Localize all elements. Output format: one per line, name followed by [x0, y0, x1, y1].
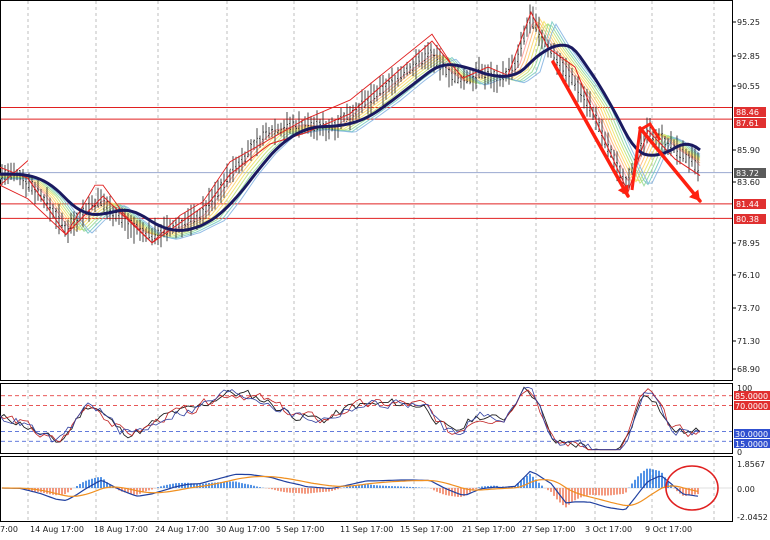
date-label: 11 Sep 17:00 [340, 525, 393, 534]
date-label: 9 Oct 17:00 [645, 525, 692, 534]
price-axis-label: 76.10 [737, 271, 760, 280]
date-label: 21 Sep 17:00 [462, 525, 515, 534]
date-label: 24 Aug 17:00 [155, 525, 209, 534]
level-tag-label: 83.72 [736, 169, 759, 178]
date-label: 14 Aug 17:00 [30, 525, 84, 534]
macd-axis-label: -2.0452 [737, 513, 768, 522]
date-label: 5 Sep 17:00 [276, 525, 324, 534]
level-tag-label: 88.46 [736, 108, 759, 117]
price-axis-label: 68.90 [737, 365, 760, 374]
stoch-tag-label: 85.0000 [735, 392, 768, 401]
date-label: 15 Sep 17:00 [400, 525, 453, 534]
price-axis-label: 85.90 [737, 146, 760, 155]
level-tag-label: 81.44 [736, 200, 759, 209]
level-tag-label: 80.38 [736, 215, 759, 224]
date-label: 7:00 [0, 525, 18, 534]
stoch-tag-label: 70.0000 [735, 402, 768, 411]
date-label: 30 Aug 17:00 [216, 525, 270, 534]
date-label: 3 Oct 17:00 [585, 525, 632, 534]
stoch-tag-label: 30.0000 [735, 430, 768, 439]
trading-chart[interactable]: 10085.000070.000030.000015.00000 1.85670… [0, 0, 770, 540]
price-axis-label: 83.60 [737, 178, 760, 187]
level-tag-label: 87.61 [736, 119, 759, 128]
time-axis: 7:00 14 Aug 17:00 18 Aug 17:00 24 Aug 17:00… [0, 525, 692, 534]
price-axis-label: 95.25 [737, 18, 760, 27]
date-label: 18 Aug 17:00 [94, 525, 148, 534]
price-axis-label: 78.95 [737, 239, 760, 248]
macd-axis-label: 1.8567 [737, 460, 765, 469]
price-axis: 95.25 92.85 90.55 85.90 83.60 78.95 76.10 73.70… [732, 18, 766, 374]
price-axis-label: 92.85 [737, 52, 760, 61]
price-axis-label: 71.30 [737, 337, 760, 346]
date-label: 27 Sep 17:00 [522, 525, 575, 534]
macd-axis-label: 0.00 [737, 485, 755, 494]
price-axis-label: 90.55 [737, 82, 760, 91]
price-axis-label: 73.70 [737, 304, 760, 313]
stoch-axis-label: 0 [737, 448, 742, 457]
